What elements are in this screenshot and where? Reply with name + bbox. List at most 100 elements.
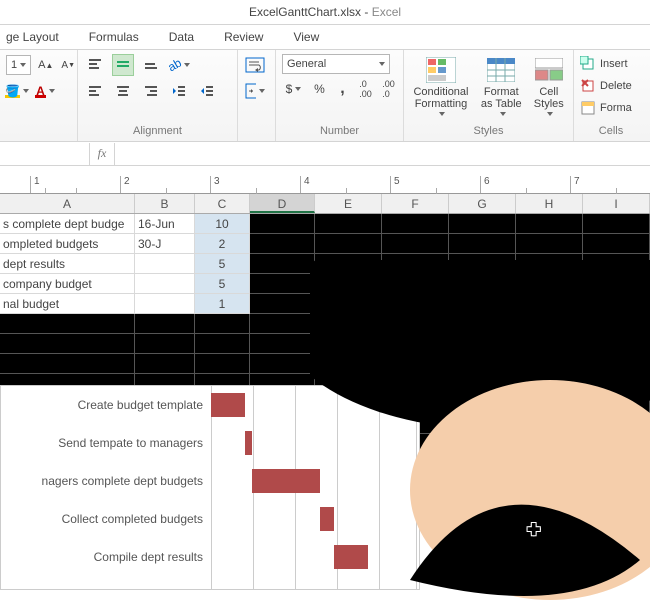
cell[interactable] xyxy=(382,354,449,374)
cell[interactable] xyxy=(382,274,449,294)
decrease-decimal-button[interactable]: .00.0 xyxy=(380,78,397,100)
align-bottom-button[interactable] xyxy=(140,54,162,76)
tab-formulas[interactable]: Formulas xyxy=(89,30,139,44)
cell[interactable] xyxy=(516,314,583,334)
cell[interactable] xyxy=(382,294,449,314)
col-D[interactable]: D xyxy=(250,194,315,213)
cell[interactable] xyxy=(516,214,583,234)
cell[interactable] xyxy=(382,214,449,234)
tab-view[interactable]: View xyxy=(293,30,319,44)
cell[interactable] xyxy=(583,414,650,434)
cell[interactable] xyxy=(195,314,250,334)
cell[interactable] xyxy=(516,274,583,294)
cell[interactable] xyxy=(583,334,650,354)
table-row[interactable]: nal budget 1 xyxy=(0,294,650,314)
cell[interactable]: 1 xyxy=(195,294,250,314)
cell[interactable] xyxy=(135,334,195,354)
cell[interactable] xyxy=(449,274,516,294)
table-row[interactable] xyxy=(0,354,650,374)
cell[interactable] xyxy=(449,254,516,274)
cell[interactable] xyxy=(449,374,516,394)
tab-review[interactable]: Review xyxy=(224,30,263,44)
cell[interactable] xyxy=(250,354,315,374)
cell[interactable] xyxy=(583,294,650,314)
increase-decimal-button[interactable]: .0.00 xyxy=(357,78,374,100)
cell[interactable] xyxy=(382,334,449,354)
cell[interactable] xyxy=(449,434,516,454)
cell[interactable] xyxy=(516,414,583,434)
cell[interactable]: s complete dept budge xyxy=(0,214,135,234)
cell[interactable] xyxy=(315,234,382,254)
percent-format-button[interactable]: % xyxy=(311,78,328,100)
cell[interactable]: 5 xyxy=(195,254,250,274)
name-box[interactable] xyxy=(0,143,90,165)
col-A[interactable]: A xyxy=(0,194,135,213)
cell[interactable] xyxy=(449,314,516,334)
cell[interactable] xyxy=(135,314,195,334)
cell[interactable] xyxy=(583,394,650,414)
table-row[interactable]: ompleted budgets30-J2 xyxy=(0,234,650,254)
conditional-formatting-button[interactable]: Conditional Formatting xyxy=(410,54,472,120)
cell[interactable] xyxy=(0,354,135,374)
cell[interactable]: 2 xyxy=(195,234,250,254)
col-B[interactable]: B xyxy=(135,194,195,213)
font-size-input[interactable]: 1 xyxy=(6,55,31,75)
cell[interactable] xyxy=(516,334,583,354)
cell[interactable] xyxy=(516,394,583,414)
col-E[interactable]: E xyxy=(315,194,382,213)
cell[interactable] xyxy=(449,394,516,414)
cell-styles-button[interactable]: Cell Styles xyxy=(531,54,567,120)
align-middle-button[interactable] xyxy=(112,54,134,76)
cell[interactable] xyxy=(516,354,583,374)
cell[interactable] xyxy=(0,314,135,334)
col-G[interactable]: G xyxy=(449,194,516,213)
table-row[interactable]: dept results 5 xyxy=(0,254,650,274)
delete-cells-button[interactable]: Delete xyxy=(580,76,642,96)
cell[interactable] xyxy=(250,334,315,354)
cell[interactable] xyxy=(516,294,583,314)
orientation-button[interactable]: ab xyxy=(168,54,190,76)
formula-input[interactable] xyxy=(114,143,650,165)
comma-format-button[interactable]: , xyxy=(334,78,351,100)
cell[interactable] xyxy=(583,214,650,234)
cell[interactable] xyxy=(315,214,382,234)
cell[interactable] xyxy=(315,314,382,334)
cell[interactable] xyxy=(516,234,583,254)
fill-color-button[interactable]: 🪣 xyxy=(6,80,28,102)
cell[interactable] xyxy=(516,474,583,494)
cell[interactable] xyxy=(583,314,650,334)
cell[interactable] xyxy=(0,334,135,354)
col-I[interactable]: I xyxy=(583,194,650,213)
cell[interactable] xyxy=(195,354,250,374)
increase-indent-button[interactable] xyxy=(196,80,218,102)
font-color-button[interactable]: A xyxy=(34,80,56,102)
cell[interactable] xyxy=(135,274,195,294)
cell[interactable]: dept results xyxy=(0,254,135,274)
number-format-dropdown[interactable]: General xyxy=(282,54,390,74)
cell[interactable] xyxy=(516,434,583,454)
cell[interactable] xyxy=(449,334,516,354)
tab-page-layout[interactable]: ge Layout xyxy=(6,30,59,44)
cell[interactable] xyxy=(250,214,315,234)
cell[interactable] xyxy=(250,294,315,314)
cell[interactable]: nal budget xyxy=(0,294,135,314)
cell[interactable] xyxy=(315,254,382,274)
insert-cells-button[interactable]: Insert xyxy=(580,54,642,74)
table-row[interactable]: company budget5 xyxy=(0,274,650,294)
accounting-format-button[interactable]: $ xyxy=(282,78,305,100)
cell[interactable]: ompleted budgets xyxy=(0,234,135,254)
decrease-indent-button[interactable] xyxy=(168,80,190,102)
table-row[interactable] xyxy=(0,334,650,354)
fx-icon[interactable]: fx xyxy=(90,146,114,161)
cell[interactable] xyxy=(583,374,650,394)
cell[interactable] xyxy=(315,354,382,374)
cell[interactable] xyxy=(449,454,516,474)
cell[interactable] xyxy=(250,274,315,294)
cell[interactable] xyxy=(135,294,195,314)
cell[interactable] xyxy=(449,214,516,234)
col-C[interactable]: C xyxy=(195,194,250,213)
cell[interactable] xyxy=(516,454,583,474)
table-row[interactable]: s complete dept budge16-Jun10 xyxy=(0,214,650,234)
increase-font-icon[interactable]: A▲ xyxy=(37,54,54,76)
cell[interactable] xyxy=(583,474,650,494)
